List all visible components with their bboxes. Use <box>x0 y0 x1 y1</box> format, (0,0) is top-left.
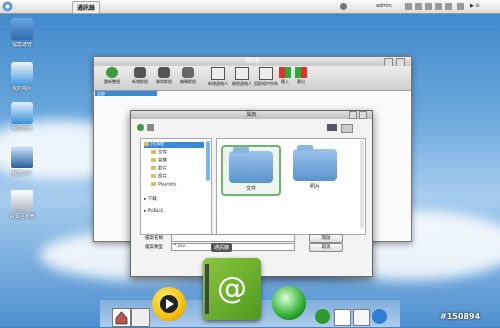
dock-tooltip: 通訊錄 <box>211 243 233 252</box>
open-button[interactable]: 開啟 <box>309 234 343 243</box>
media-player-icon[interactable] <box>152 287 186 321</box>
browser-icon[interactable] <box>272 286 306 320</box>
dialog-nav <box>137 123 365 133</box>
address-book-icon[interactable]: @ <box>203 258 261 320</box>
filetype-select[interactable]: *.csv <box>171 243 295 251</box>
tree-item-documents[interactable]: 文件 <box>151 150 167 156</box>
notification-icon[interactable] <box>425 3 432 10</box>
folder-icon <box>151 150 156 154</box>
dialog-title: 開啟 <box>131 111 372 119</box>
settings-icon[interactable] <box>353 309 370 326</box>
folder-icon <box>151 182 156 186</box>
system-logo-icon[interactable] <box>2 1 13 12</box>
sidebar-scrollbar[interactable] <box>206 141 210 181</box>
desktop-icon-file-manager[interactable]: 檔案總管 <box>4 18 40 48</box>
tree-item-photos[interactable]: 照片 <box>151 174 167 180</box>
power-icon[interactable] <box>445 3 452 10</box>
folder-content: 文件 照片 <box>216 138 366 235</box>
delete-contact-icon <box>235 67 249 80</box>
dialog-close-button[interactable] <box>359 111 367 119</box>
window-switch-icon[interactable] <box>131 308 150 327</box>
open-file-dialog: 開啟 HOME 文件 音樂 影片 照片 Playlists ▸ 下載 ▸ PUB… <box>130 110 373 277</box>
desktop-icon-music[interactable]: 我的音樂 <box>4 102 40 132</box>
tree-item-music[interactable]: 音樂 <box>151 158 167 164</box>
add-contact-icon <box>211 67 225 80</box>
add-group-icon <box>134 67 146 78</box>
folder-icon <box>151 158 156 162</box>
photo-folder-icon <box>293 145 337 181</box>
svg-text:@: @ <box>217 271 247 306</box>
import-icon <box>279 67 291 78</box>
tray-status: ▶ ⊙ <box>470 3 480 9</box>
tree-item-downloads[interactable]: ▸ 下載 <box>144 197 157 203</box>
folder-photos[interactable]: 照片 <box>287 145 343 190</box>
home-icon[interactable] <box>112 308 131 327</box>
export-button[interactable]: 匯出 <box>292 67 310 85</box>
refresh-icon <box>106 67 118 78</box>
set-group-icon <box>259 67 273 80</box>
toolbar: 重新整理 新增群組 刪除群組 編輯群組 新增連絡人 刪除連絡人 設群組中所有 匯… <box>94 66 411 91</box>
help-icon[interactable] <box>457 3 464 10</box>
desktop-icon-photos[interactable]: 我的相片 <box>4 62 40 92</box>
filetype-label: 檔案類型 <box>145 245 163 250</box>
export-icon <box>295 67 307 78</box>
sync-icon[interactable] <box>315 309 330 324</box>
view-mode-icon[interactable] <box>327 124 337 131</box>
file-manager-icon <box>11 18 33 40</box>
content-scrollbar[interactable] <box>360 141 364 229</box>
tree-item-all[interactable]: 全部 <box>95 91 157 96</box>
network-icon[interactable] <box>415 3 422 10</box>
notes-icon[interactable] <box>334 309 351 326</box>
new-folder-icon[interactable] <box>147 124 154 131</box>
user-icon[interactable] <box>340 3 347 10</box>
refresh-icon[interactable] <box>137 124 144 131</box>
volume-icon[interactable] <box>435 3 442 10</box>
videos-icon <box>10 145 34 169</box>
tree-item-videos[interactable]: 影片 <box>151 166 167 172</box>
filename-label: 檔案名稱 <box>145 236 163 241</box>
refresh-button[interactable]: 重新整理 <box>98 67 126 85</box>
desktop-icon-videos[interactable]: 我的影片 <box>4 145 40 177</box>
folder-icon <box>144 142 149 146</box>
watermark: #150894 <box>440 312 481 321</box>
folder-documents[interactable]: 文件 <box>221 145 281 196</box>
delete-group-icon <box>158 67 170 78</box>
folder-icon <box>151 174 156 178</box>
cancel-button[interactable]: 取消 <box>309 243 343 252</box>
photos-icon <box>11 62 33 84</box>
edit-group-button[interactable]: 編輯群組 <box>174 67 202 85</box>
top-bar: 通訊錄 admin ▶ ⊙ <box>0 0 500 14</box>
recycle-bin-icon <box>11 190 33 212</box>
tree-item-public[interactable]: ▸ PUBLIC <box>144 209 164 215</box>
filename-input[interactable] <box>171 234 295 242</box>
list-view-icon[interactable] <box>341 124 353 133</box>
dialog-maximize-button[interactable] <box>349 111 357 119</box>
search-icon[interactable] <box>405 3 412 10</box>
music-icon <box>11 102 33 124</box>
globe-small-icon[interactable] <box>372 309 387 324</box>
folder-icon <box>229 147 273 183</box>
folder-icon <box>151 166 156 170</box>
active-app-title[interactable]: 通訊錄 <box>72 1 101 14</box>
edit-group-icon <box>182 67 194 78</box>
folder-tree: HOME 文件 音樂 影片 照片 Playlists ▸ 下載 ▸ PUBLIC <box>140 138 212 235</box>
username[interactable]: admin <box>376 3 392 9</box>
tree-item-playlists[interactable]: Playlists <box>151 182 176 188</box>
tree-item-home[interactable]: HOME <box>144 142 204 148</box>
desktop-icon-recycle-bin[interactable]: 資源回收筒 <box>4 190 40 220</box>
window-title: 通訊錄 <box>94 57 411 66</box>
